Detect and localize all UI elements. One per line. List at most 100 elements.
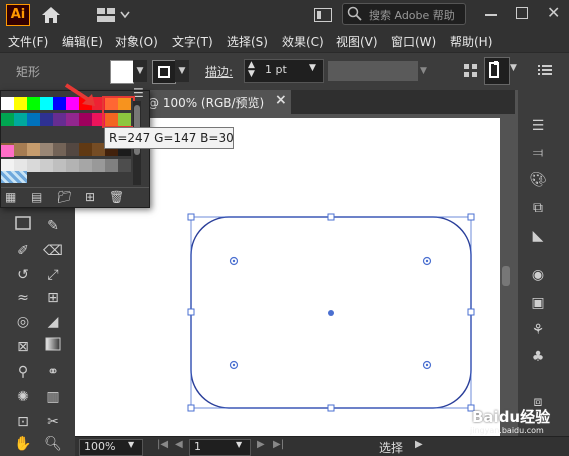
new-swatch-icon[interactable]: ⊞ — [85, 190, 95, 204]
color-swatch[interactable] — [66, 159, 79, 172]
appearance-icon[interactable]: ◉ — [527, 265, 549, 285]
search-input[interactable]: 搜索 Adobe 帮助 — [369, 7, 455, 23]
chevron-down-icon[interactable]: ▼ — [128, 440, 134, 449]
stepper-icon[interactable]: ▲ ▼ — [248, 61, 255, 79]
panel-menu-icon[interactable] — [538, 64, 552, 76]
fill-swatch[interactable] — [110, 60, 134, 84]
status-menu-icon[interactable]: ▶ — [415, 439, 423, 450]
delete-swatch-icon[interactable]: 🗑︎ — [109, 190, 124, 204]
color-panel-icon[interactable]: 🎨︎ — [527, 170, 549, 190]
color-swatch[interactable] — [66, 113, 79, 126]
pathfinder-icon[interactable]: ⧉ — [527, 198, 549, 218]
transform-dropdown-icon[interactable]: ▼ — [510, 63, 517, 73]
libraries-icon[interactable]: ⚘ — [527, 320, 549, 340]
stroke-dropdown-icon[interactable]: ▼ — [175, 60, 189, 82]
color-swatch[interactable] — [14, 97, 27, 110]
first-artboard-icon[interactable]: |◀ — [157, 439, 168, 450]
chevron-down-icon[interactable]: ▼ — [309, 63, 316, 73]
color-swatch[interactable] — [40, 159, 53, 172]
app-logo[interactable]: Ai — [6, 4, 30, 26]
swatch-library-icon[interactable]: ▦ — [5, 190, 16, 204]
maximize-button[interactable] — [516, 7, 528, 19]
color-swatch[interactable] — [40, 113, 53, 126]
transform-icon[interactable] — [484, 57, 510, 85]
mesh-tool-icon[interactable]: ⊠ — [12, 337, 34, 357]
color-swatch[interactable] — [53, 159, 66, 172]
color-swatch[interactable] — [40, 143, 53, 156]
profile-dropdown-icon[interactable]: ▼ — [420, 61, 434, 81]
color-swatch[interactable] — [105, 159, 118, 172]
menu-file[interactable]: 文件(F) — [8, 33, 48, 50]
variable-width-profile[interactable] — [328, 61, 418, 81]
new-color-group-icon[interactable]: 📁︎ — [57, 190, 72, 204]
paintbrush-tool-icon[interactable]: ✎ — [42, 216, 64, 236]
menu-type[interactable]: 文字(T) — [172, 33, 213, 50]
window-arrange-icon[interactable] — [314, 8, 332, 22]
perspective-grid-tool-icon[interactable]: ◢ — [42, 312, 64, 332]
rotate-tool-icon[interactable]: ↺ — [12, 265, 34, 285]
blend-tool-icon[interactable]: ⚭ — [42, 362, 64, 382]
color-swatch[interactable] — [79, 143, 92, 156]
color-swatch[interactable] — [79, 113, 92, 126]
color-swatch[interactable] — [27, 143, 40, 156]
color-swatch[interactable] — [1, 113, 14, 126]
close-icon[interactable]: × — [275, 92, 287, 108]
menu-select[interactable]: 选择(S) — [227, 33, 268, 50]
stroke-swatch[interactable] — [152, 60, 176, 84]
menu-view[interactable]: 视图(V) — [336, 33, 378, 50]
artboard-number-field[interactable]: 1 ▼ — [189, 439, 251, 456]
menu-help[interactable]: 帮助(H) — [450, 33, 492, 50]
artboard-tool-icon[interactable]: ⊡ — [12, 412, 34, 432]
transparency-icon[interactable]: ◣ — [527, 226, 549, 246]
pattern-swatch[interactable] — [1, 145, 14, 157]
stroke-weight-field[interactable]: ▲ ▼ 1 pt ▼ — [244, 59, 324, 83]
eraser-tool-icon[interactable]: ⌫ — [42, 241, 64, 261]
home-icon[interactable] — [40, 5, 62, 25]
color-swatch[interactable] — [27, 97, 40, 110]
search-field[interactable]: 搜索 Adobe 帮助 — [342, 3, 466, 25]
symbol-sprayer-tool-icon[interactable]: ✺ — [12, 387, 34, 407]
color-swatch[interactable] — [14, 143, 27, 156]
graph-tool-icon[interactable]: ▥ — [42, 387, 64, 407]
last-artboard-icon[interactable]: ▶| — [273, 439, 284, 450]
chevron-down-icon[interactable]: ▼ — [236, 440, 242, 449]
color-swatch[interactable] — [79, 159, 92, 172]
menu-window[interactable]: 窗口(W) — [391, 33, 436, 50]
color-swatch[interactable] — [1, 97, 14, 110]
swatch-kind-icon[interactable]: ▤ — [31, 190, 42, 204]
slice-tool-icon[interactable]: ✂ — [42, 412, 64, 432]
align-icon[interactable] — [464, 64, 478, 78]
panel-menu-icon[interactable]: ☰ — [133, 86, 147, 100]
menu-edit[interactable]: 编辑(E) — [62, 33, 103, 50]
next-artboard-icon[interactable]: ▶ — [257, 439, 265, 450]
symbols-icon[interactable]: ♣ — [527, 347, 549, 367]
color-swatch[interactable] — [27, 113, 40, 126]
prev-artboard-icon[interactable]: ◀ — [175, 439, 183, 450]
align-panel-icon[interactable]: ⫤ — [527, 143, 549, 163]
color-swatch[interactable] — [118, 159, 131, 172]
color-swatch[interactable] — [53, 113, 66, 126]
layers-icon[interactable]: ▣ — [527, 293, 549, 313]
color-swatch[interactable] — [27, 159, 40, 172]
properties-icon[interactable]: ☰ — [527, 116, 549, 136]
free-transform-tool-icon[interactable]: ⊞ — [42, 288, 64, 308]
pattern-swatch-row[interactable] — [1, 171, 27, 183]
menu-object[interactable]: 对象(O) — [115, 33, 158, 50]
zoom-field[interactable]: 100% ▼ — [79, 439, 143, 456]
shape-builder-tool-icon[interactable]: ◎ — [12, 312, 34, 332]
color-swatch[interactable] — [40, 97, 53, 110]
workspace-switcher-icon[interactable] — [96, 7, 132, 23]
minimize-button[interactable] — [485, 14, 497, 16]
close-button[interactable]: ✕ — [547, 3, 561, 23]
color-swatch[interactable] — [66, 143, 79, 156]
eyedropper-tool-icon[interactable]: ⚲ — [12, 362, 34, 382]
gradient-tool-icon[interactable] — [42, 337, 64, 357]
zoom-tool-icon[interactable]: 🔍︎ — [42, 434, 64, 454]
hand-tool-icon[interactable]: ✋ — [12, 434, 34, 454]
warp-tool-icon[interactable]: ≈ — [12, 288, 34, 308]
shaper-tool-icon[interactable]: ✐ — [12, 241, 34, 261]
rectangle-tool-icon[interactable] — [12, 216, 34, 236]
document-tab[interactable]: @ 100% (RGB/预览) × — [145, 90, 291, 114]
color-swatch[interactable] — [53, 143, 66, 156]
color-swatch[interactable] — [14, 113, 27, 126]
